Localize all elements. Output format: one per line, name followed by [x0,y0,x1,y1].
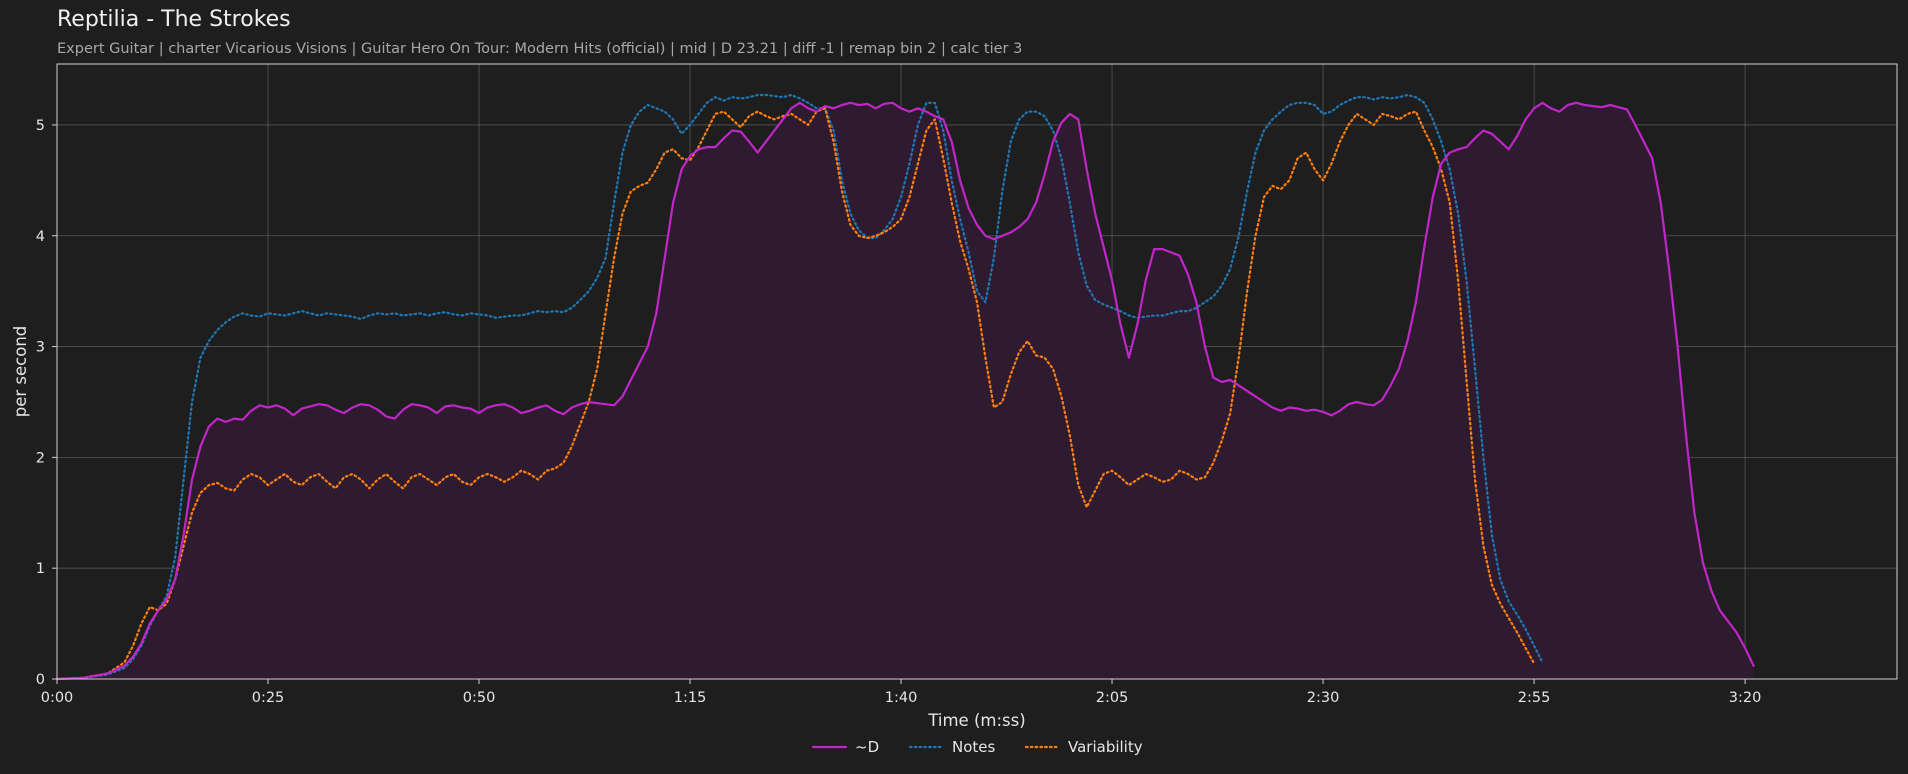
x-tick-label: 2:30 [1307,690,1340,706]
y-tick-label: 0 [36,672,45,688]
y-tick-label: 2 [36,450,45,466]
y-tick-label: 5 [36,118,45,134]
x-tick-label: 1:15 [674,690,707,706]
y-tick-label: 4 [36,229,45,245]
y-tick-label: 1 [36,561,45,577]
x-tick-label: 1:40 [885,690,918,706]
x-tick-label: 2:05 [1096,690,1129,706]
x-tick-label: 2:55 [1518,690,1551,706]
legend-label-notes: Notes [952,738,996,756]
x-axis-label: Time (m:ss) [927,711,1025,730]
y-axis-label: per second [11,326,30,418]
x-tick-label: 0:00 [41,690,74,706]
x-tick-label: 3:20 [1729,690,1762,706]
line-chart: 0:00 0:25 0:50 1:15 1:40 2:05 2:30 2:55 3:20 0 1 2 3… [11,63,1898,756]
series-fill-d [57,102,1754,680]
y-tick-label: 3 [36,340,45,356]
legend-label-d: ~D [855,738,879,756]
legend-label-variability: Variability [1068,738,1143,756]
legend: ~D Notes Variability [811,738,1143,756]
x-tick-label: 0:25 [252,690,285,706]
area-fill [57,102,1754,680]
x-tick-label: 0:50 [463,690,496,706]
